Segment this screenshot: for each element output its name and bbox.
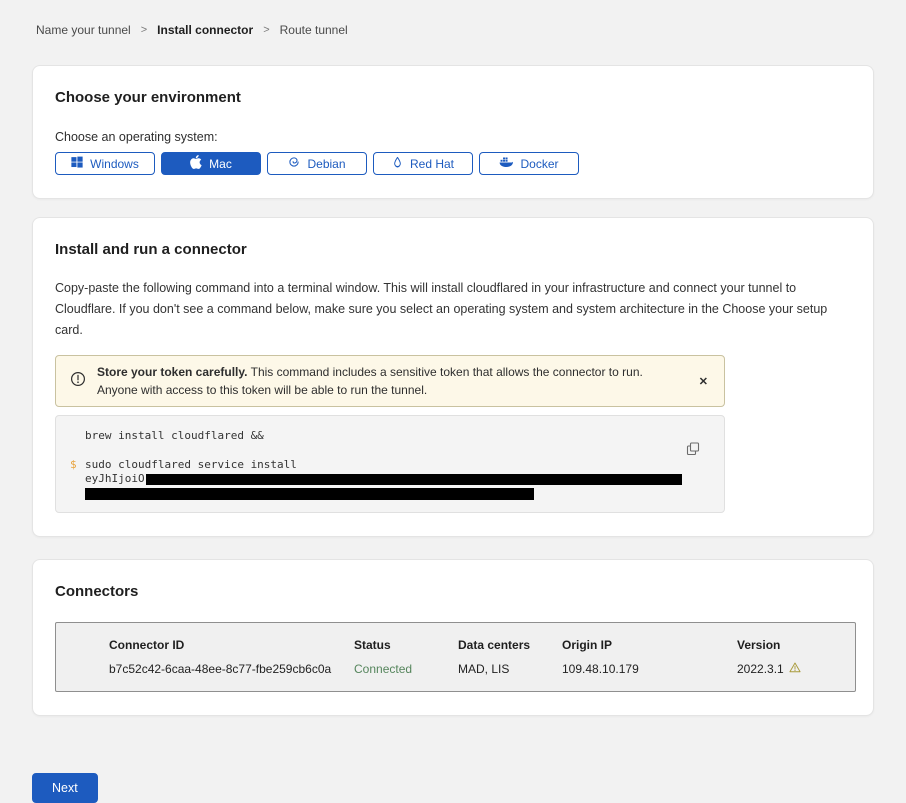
install-command-codeblock: brew install cloudflared && $ sudo cloud… bbox=[55, 415, 725, 513]
os-button-row: Windows Mac Debian bbox=[55, 152, 851, 175]
connector-id-value: b7c52c42-6caa-48ee-8c77-fbe259cb6c0a bbox=[109, 662, 354, 676]
command-line-token: eyJhIjoiO bbox=[56, 472, 724, 486]
choose-environment-card: Choose your environment Choose an operat… bbox=[32, 65, 874, 199]
close-icon[interactable]: ✕ bbox=[695, 373, 712, 390]
install-connector-title: Install and run a connector bbox=[55, 241, 851, 258]
docker-logo-icon bbox=[499, 156, 513, 171]
os-button-label: Debian bbox=[307, 157, 345, 171]
col-header-status: Status bbox=[354, 638, 458, 652]
copy-icon[interactable] bbox=[686, 442, 700, 459]
os-button-docker[interactable]: Docker bbox=[479, 152, 579, 175]
col-header-origin-ip: Origin IP bbox=[562, 638, 737, 652]
status-badge: Connected bbox=[354, 662, 458, 676]
os-button-windows[interactable]: Windows bbox=[55, 152, 155, 175]
token-warning-text: Store your token carefully. This command… bbox=[97, 363, 672, 399]
page: Name your tunnel > Install connector > R… bbox=[0, 0, 906, 803]
os-button-label: Docker bbox=[520, 157, 558, 171]
warning-triangle-icon bbox=[789, 662, 801, 676]
col-header-version: Version bbox=[737, 638, 855, 652]
col-header-data-centers: Data centers bbox=[458, 638, 562, 652]
connectors-table: Connector ID Status Data centers Origin … bbox=[55, 622, 856, 692]
connectors-card: Connectors Connector ID Status Data cent… bbox=[32, 559, 874, 716]
command-line-service-install: $ sudo cloudflared service install bbox=[56, 458, 724, 472]
windows-logo-icon bbox=[71, 156, 83, 171]
install-connector-description: Copy-paste the following command into a … bbox=[55, 278, 851, 341]
debian-logo-icon bbox=[288, 156, 300, 171]
alert-circle-icon bbox=[70, 371, 86, 392]
redhat-logo-icon bbox=[392, 156, 403, 172]
os-button-mac[interactable]: Mac bbox=[161, 152, 261, 175]
breadcrumb: Name your tunnel > Install connector > R… bbox=[32, 0, 874, 65]
data-centers-value: MAD, LIS bbox=[458, 662, 562, 676]
os-select-label: Choose an operating system: bbox=[55, 130, 851, 144]
os-button-redhat[interactable]: Red Hat bbox=[373, 152, 473, 175]
install-connector-card: Install and run a connector Copy-paste t… bbox=[32, 217, 874, 537]
command-line-brew: brew install cloudflared && bbox=[56, 429, 724, 443]
col-header-connector-id: Connector ID bbox=[109, 638, 354, 652]
breadcrumb-install-connector[interactable]: Install connector bbox=[157, 23, 253, 37]
shell-prompt: $ bbox=[70, 458, 77, 472]
origin-ip-value: 109.48.10.179 bbox=[562, 662, 737, 676]
breadcrumb-name-your-tunnel[interactable]: Name your tunnel bbox=[36, 23, 131, 37]
token-warning-banner: Store your token carefully. This command… bbox=[55, 355, 725, 407]
breadcrumb-separator: > bbox=[141, 24, 147, 36]
os-button-label: Mac bbox=[209, 157, 232, 171]
os-button-label: Windows bbox=[90, 157, 139, 171]
os-button-label: Red Hat bbox=[410, 157, 454, 171]
apple-logo-icon bbox=[190, 155, 202, 172]
redacted-token-bar bbox=[85, 488, 534, 500]
environment-card-title: Choose your environment bbox=[55, 89, 851, 106]
breadcrumb-route-tunnel[interactable]: Route tunnel bbox=[280, 23, 348, 37]
connectors-title: Connectors bbox=[55, 583, 851, 600]
redacted-token-bar bbox=[146, 474, 682, 485]
version-value: 2022.3.1 bbox=[737, 662, 855, 676]
breadcrumb-separator: > bbox=[263, 24, 269, 36]
next-button[interactable]: Next bbox=[32, 773, 98, 803]
os-button-debian[interactable]: Debian bbox=[267, 152, 367, 175]
